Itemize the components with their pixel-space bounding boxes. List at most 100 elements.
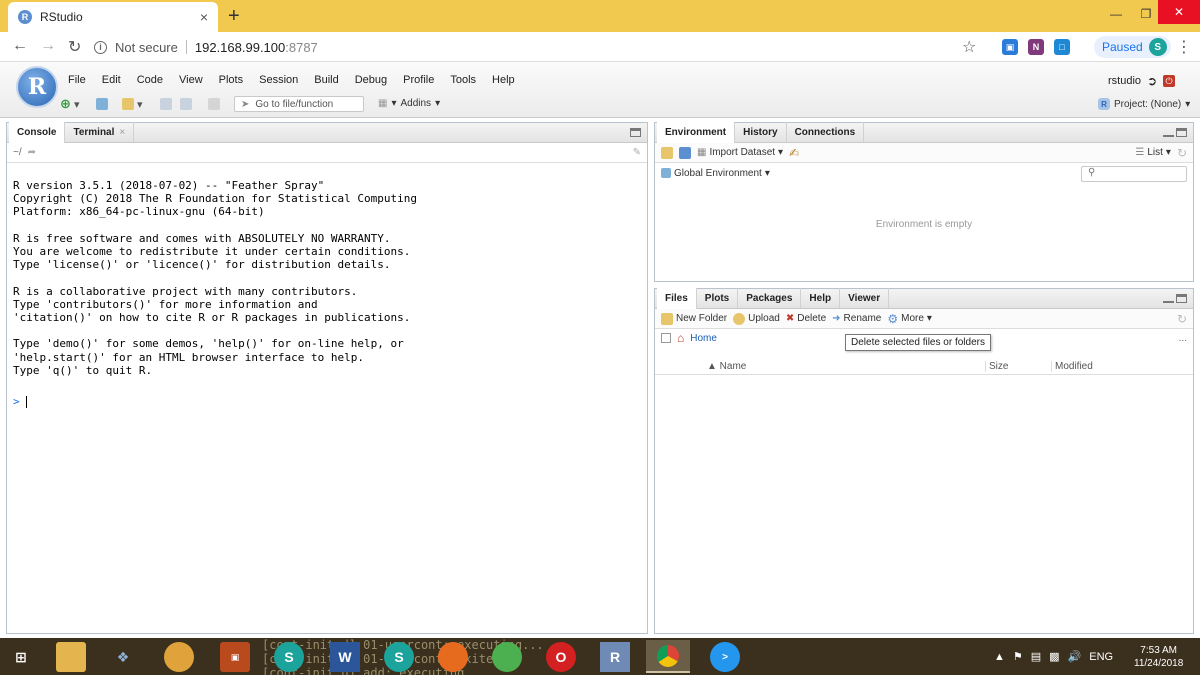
menu-code[interactable]: Code — [129, 74, 171, 86]
menu-plots[interactable]: Plots — [211, 74, 251, 86]
go-to-directory-icon[interactable]: ➦ — [28, 147, 36, 158]
environment-search-input[interactable]: ⚲ — [1081, 166, 1187, 182]
tab-environment[interactable]: Environment — [657, 122, 736, 143]
tab-close-icon[interactable]: × — [200, 9, 208, 25]
minimize-pane-icon[interactable] — [1163, 301, 1174, 303]
tab-viewer[interactable]: Viewer — [840, 288, 890, 308]
import-dataset-button[interactable]: ▦ Import Dataset ▾ — [697, 147, 783, 158]
menu-file[interactable]: File — [68, 74, 94, 86]
tab-plots[interactable]: Plots — [697, 288, 739, 308]
paint-icon[interactable] — [164, 642, 194, 672]
project-menu[interactable]: R Project: (None) ▾ — [1098, 98, 1190, 110]
browser-menu-icon[interactable]: ⋮ — [1176, 37, 1192, 57]
addins-menu[interactable]: ▦ ▾ Addins ▾ — [378, 98, 440, 109]
security-label: Not secure — [115, 39, 178, 55]
menu-help[interactable]: Help — [484, 74, 523, 86]
open-file-icon[interactable]: ▾ — [122, 97, 143, 111]
media-app-icon[interactable]: ▣ — [220, 642, 250, 672]
save-all-icon[interactable] — [180, 97, 192, 111]
docker-icon[interactable]: > — [710, 642, 740, 672]
more-menu[interactable]: ⚙ More ▾ — [887, 312, 932, 326]
maximize-pane-icon[interactable] — [1176, 128, 1187, 137]
close-icon[interactable]: × — [119, 127, 125, 138]
new-file-icon[interactable]: ⊕ ▾ — [60, 96, 79, 111]
new-folder-button[interactable]: New Folder — [661, 312, 727, 325]
file-explorer-icon[interactable] — [56, 642, 86, 672]
environment-empty-message: Environment is empty — [875, 219, 973, 230]
column-name[interactable]: ▲ Name — [707, 361, 746, 372]
flag-icon[interactable]: ⚑ — [1013, 650, 1023, 663]
menu-build[interactable]: Build — [306, 74, 346, 86]
console-input[interactable]: > — [13, 395, 27, 408]
opera-icon[interactable]: O — [546, 642, 576, 672]
menu-edit[interactable]: Edit — [94, 74, 129, 86]
volume-icon[interactable]: 🔊 — [1068, 650, 1082, 663]
tab-console[interactable]: Console — [9, 122, 66, 143]
refresh-icon[interactable]: ↻ — [1177, 146, 1187, 160]
column-modified[interactable]: Modified — [1051, 361, 1093, 372]
info-icon[interactable]: i — [94, 40, 107, 54]
minimize-pane-icon[interactable] — [1163, 135, 1174, 137]
tab-terminal[interactable]: Terminal × — [65, 122, 135, 142]
load-workspace-icon[interactable] — [661, 146, 673, 159]
column-size[interactable]: Size — [985, 361, 1008, 372]
r-app-icon[interactable]: R — [600, 642, 630, 672]
global-environment-menu[interactable]: Global Environment ▾ — [661, 168, 770, 179]
save-workspace-icon[interactable] — [679, 146, 691, 159]
signal-icon[interactable]: ▩ — [1049, 650, 1059, 663]
tab-help[interactable]: Help — [801, 288, 841, 308]
go-to-file-input[interactable]: ➤ Go to file/function — [234, 96, 364, 112]
menu-profile[interactable]: Profile — [395, 74, 442, 86]
browser-tab-rstudio[interactable]: R RStudio × — [8, 2, 218, 32]
breadcrumb-home[interactable]: Home — [690, 333, 717, 344]
new-project-icon[interactable] — [96, 97, 108, 111]
menu-view[interactable]: View — [171, 74, 211, 86]
word-icon[interactable]: W — [330, 642, 360, 672]
skype-business-icon[interactable]: S — [384, 642, 414, 672]
rename-button[interactable]: ➜ Rename — [832, 313, 881, 324]
language-indicator[interactable]: ENG — [1089, 651, 1113, 663]
tab-packages[interactable]: Packages — [738, 288, 802, 308]
network-icon[interactable]: ▤ — [1031, 650, 1041, 663]
broom-icon[interactable]: ✍ — [789, 146, 799, 160]
reload-icon[interactable]: ↻ — [68, 37, 81, 57]
maximize-pane-icon[interactable] — [1176, 294, 1187, 303]
upload-button[interactable]: Upload — [733, 312, 780, 325]
virtualbox-icon[interactable]: ❖ — [108, 642, 138, 672]
console-prompt: > — [13, 395, 20, 408]
menu-session[interactable]: Session — [251, 74, 306, 86]
onenote-extension-icon[interactable]: N — [1028, 39, 1044, 55]
more-path-button[interactable]: ... — [1179, 333, 1187, 344]
chrome-canary-icon[interactable] — [492, 642, 522, 672]
power-icon[interactable]: ⏻ — [1163, 75, 1176, 87]
address-bar[interactable]: i Not secure 192.168.99.100:8787 — [94, 35, 988, 59]
chat-extension-icon[interactable]: □ — [1054, 39, 1070, 55]
firefox-icon[interactable] — [438, 642, 468, 672]
menu-debug[interactable]: Debug — [347, 74, 395, 86]
new-tab-button[interactable]: + — [228, 5, 240, 28]
tab-history[interactable]: History — [735, 122, 787, 142]
list-view-button[interactable]: ☰ List ▾ — [1135, 147, 1171, 158]
forward-arrow-icon[interactable]: → — [40, 37, 56, 55]
restore-pane-icon[interactable] — [630, 128, 641, 137]
select-all-checkbox[interactable] — [661, 333, 671, 343]
tray-expand-icon[interactable]: ▲ — [994, 651, 1005, 663]
profile-paused-button[interactable]: Paused S — [1094, 36, 1171, 58]
tab-connections[interactable]: Connections — [787, 122, 865, 142]
tab-files[interactable]: Files — [657, 288, 697, 309]
windows-start-icon[interactable]: ⊞ — [6, 642, 36, 672]
taskbar-clock[interactable]: 7:53 AM 11/24/2018 — [1134, 644, 1183, 670]
sign-out-icon[interactable]: ➲ — [1147, 74, 1157, 88]
print-icon[interactable] — [208, 97, 220, 111]
skype-icon[interactable]: S — [274, 642, 304, 672]
back-arrow-icon[interactable]: ← — [12, 37, 28, 55]
delete-button[interactable]: ✖ Delete — [786, 313, 826, 324]
refresh-icon[interactable]: ↻ — [1177, 312, 1187, 326]
chrome-taskbar-active[interactable] — [646, 640, 690, 673]
menu-tools[interactable]: Tools — [442, 74, 484, 86]
extension-reader-icon[interactable]: ▣ — [1002, 39, 1018, 55]
bookmark-star-icon[interactable]: ☆ — [962, 37, 976, 57]
save-icon[interactable] — [160, 97, 172, 111]
close-window-icon[interactable]: ✕ — [1158, 0, 1200, 24]
clear-console-icon[interactable]: ✎ — [633, 147, 641, 158]
